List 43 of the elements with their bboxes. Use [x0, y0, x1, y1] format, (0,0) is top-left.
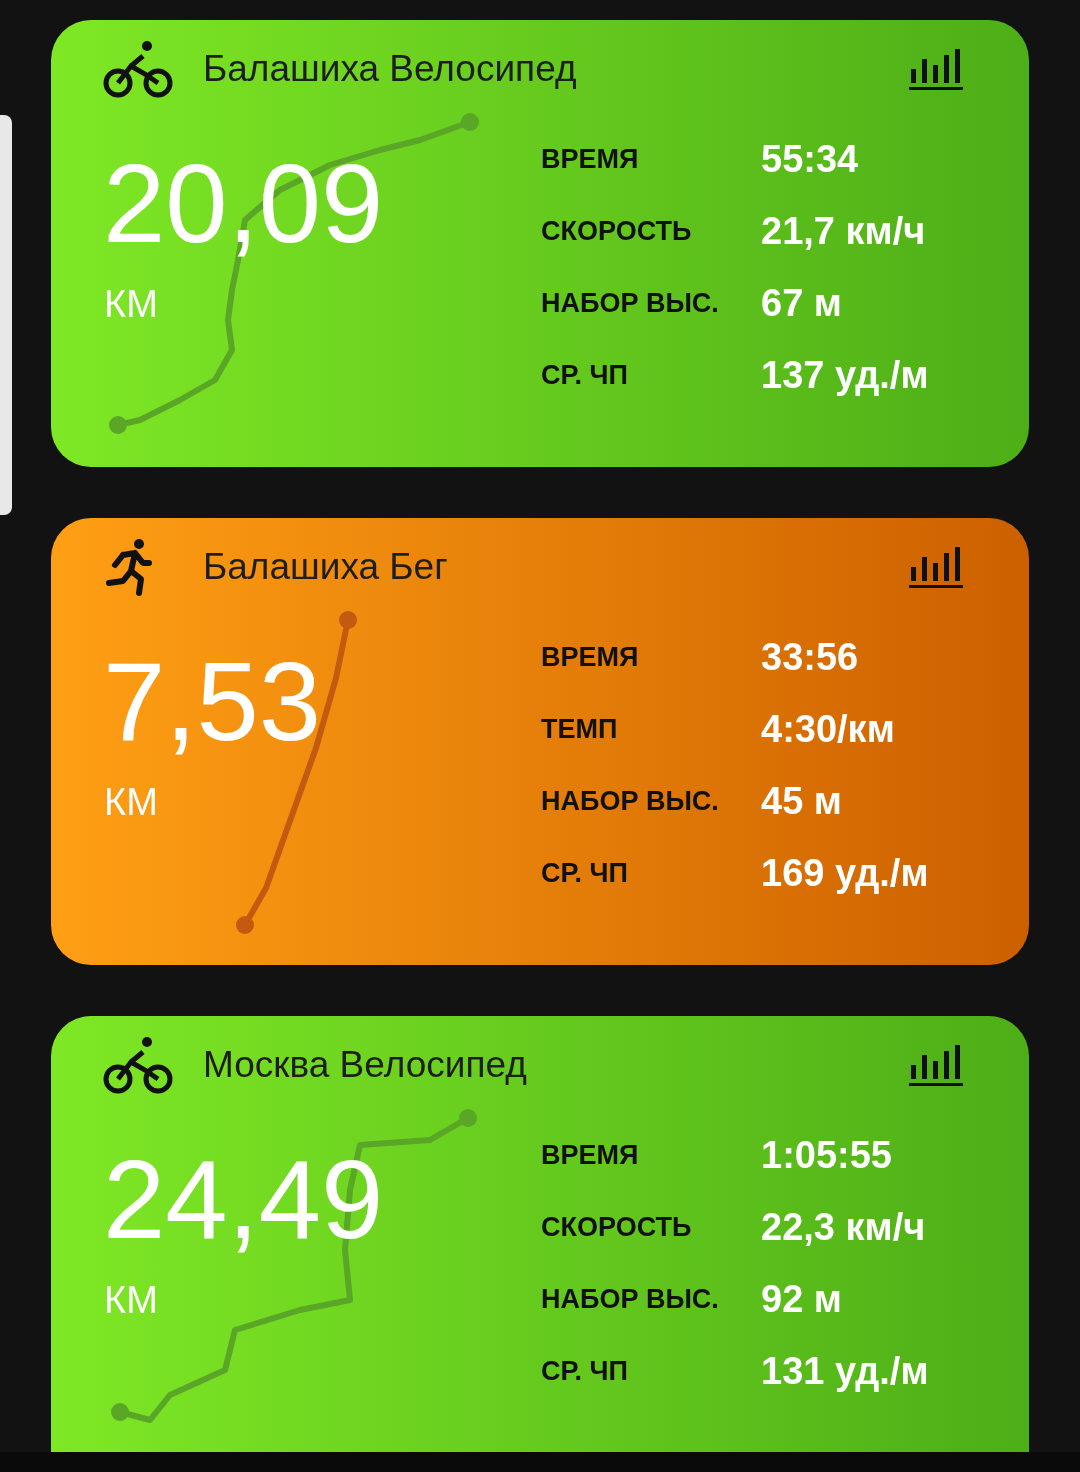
stat-label: СР. ЧП [541, 857, 629, 890]
stat-value: 137 уд./м [761, 353, 929, 398]
stat-value: 4:30/км [761, 707, 896, 752]
stat-label: ВРЕМЯ [541, 641, 640, 674]
stat-label: СКОРОСТЬ [541, 215, 693, 248]
activity-card[interactable]: Москва Велосипед 24,49 КМ ВРЕМЯ 1:05:55 СКОРОСТЬ 22,3 км/ч НАБОР ВЫС. 92 м СР. ЧП 131 уд./м [51, 1016, 1029, 1452]
stat-label: НАБОР ВЫС. [541, 287, 720, 320]
stat-value: 55:34 [761, 137, 860, 182]
stat-value: 169 уд./м [761, 851, 929, 896]
distance-unit: КМ [104, 783, 158, 821]
chart-icon[interactable] [909, 1043, 963, 1087]
distance-value: 7,53 [103, 646, 321, 758]
activity-title: Балашиха Велосипед [203, 47, 577, 92]
runner-icon [103, 537, 153, 597]
distance-unit: КМ [104, 285, 158, 323]
stat-label: НАБОР ВЫС. [541, 785, 720, 818]
stat-value: 21,7 км/ч [761, 209, 927, 254]
stat-label: НАБОР ВЫС. [541, 1283, 720, 1316]
chart-icon[interactable] [909, 47, 963, 91]
stat-value: 131 уд./м [761, 1349, 929, 1394]
bicycle-icon [103, 38, 173, 100]
scroll-handle[interactable] [0, 115, 12, 515]
activity-card[interactable]: Балашиха Велосипед 20,09 КМ ВРЕМЯ 55:34 СКОРОСТЬ 21,7 км/ч НАБОР ВЫС. 67 м СР. ЧП 137 уд./м [51, 20, 1029, 467]
activity-title: Балашиха Бег [203, 545, 448, 590]
stat-label: ВРЕМЯ [541, 1139, 640, 1172]
stat-label: СР. ЧП [541, 1355, 629, 1388]
distance-value: 20,09 [103, 148, 384, 260]
distance-value: 24,49 [103, 1144, 384, 1256]
activity-title: Москва Велосипед [203, 1043, 527, 1088]
stat-value: 33:56 [761, 635, 860, 680]
stat-label: ВРЕМЯ [541, 143, 640, 176]
stat-label: СКОРОСТЬ [541, 1211, 693, 1244]
stat-value: 1:05:55 [761, 1133, 893, 1178]
stat-value: 22,3 км/ч [761, 1205, 927, 1250]
stat-value: 92 м [761, 1277, 843, 1322]
stat-value: 67 м [761, 281, 843, 326]
stat-label: СР. ЧП [541, 359, 629, 392]
activity-card[interactable]: Балашиха Бег 7,53 КМ ВРЕМЯ 33:56 ТЕМП 4:30/км НАБОР ВЫС. 45 м СР. ЧП 169 уд./м [51, 518, 1029, 965]
distance-unit: КМ [104, 1281, 158, 1319]
stat-label: ТЕМП [541, 713, 619, 746]
bicycle-icon [103, 1034, 173, 1096]
chart-icon[interactable] [909, 545, 963, 589]
stat-value: 45 м [761, 779, 843, 824]
